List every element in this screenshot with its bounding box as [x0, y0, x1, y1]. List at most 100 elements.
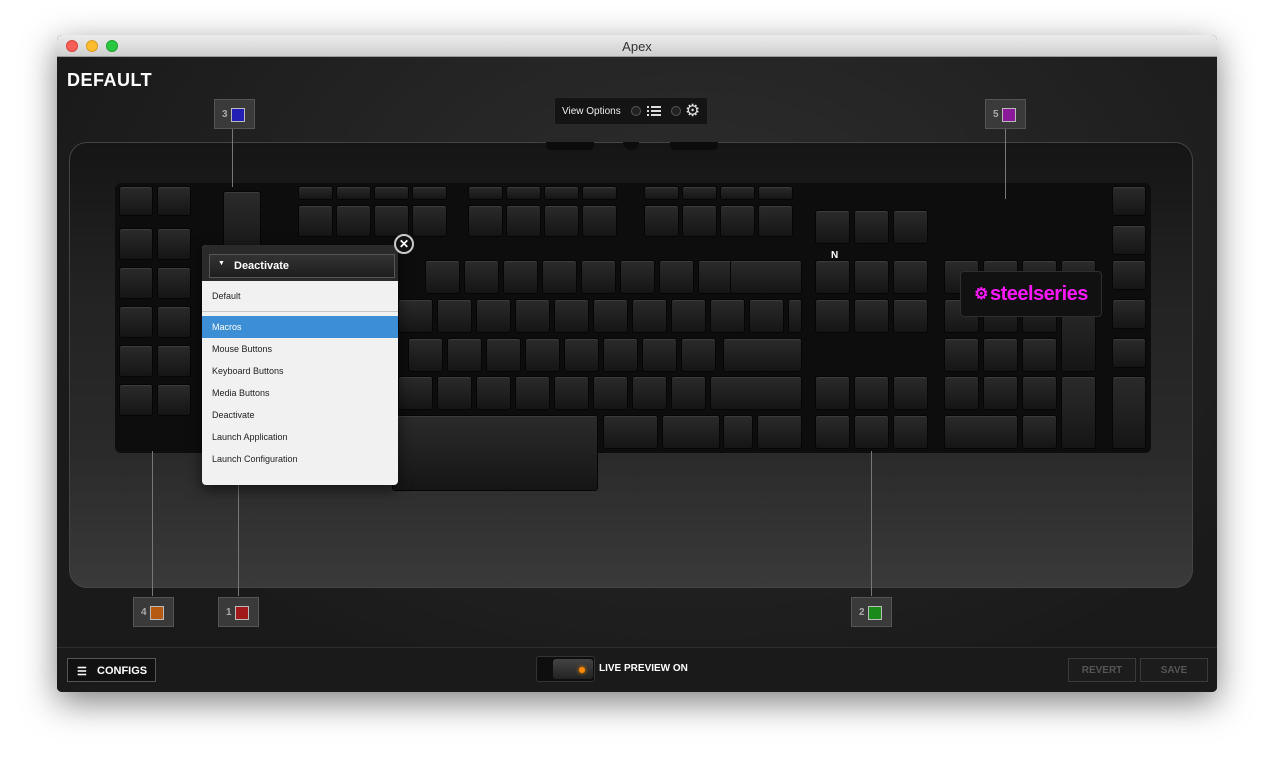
f-key[interactable]	[682, 205, 717, 237]
numpad-key[interactable]	[1022, 338, 1057, 372]
nav-key[interactable]	[854, 299, 889, 333]
macro-key[interactable]	[157, 384, 191, 416]
numpad-key[interactable]	[944, 376, 979, 410]
arrow-key[interactable]	[893, 376, 928, 410]
alpha-key[interactable]	[476, 299, 511, 333]
media-key[interactable]	[1112, 299, 1146, 329]
alpha-key[interactable]	[603, 415, 658, 449]
f-key[interactable]	[298, 205, 333, 237]
assignment-dropdown[interactable]: ▼ Deactivate	[209, 254, 395, 278]
macro-key[interactable]	[157, 345, 191, 377]
alpha-key[interactable]	[710, 299, 745, 333]
media-key[interactable]	[758, 186, 793, 200]
media-key[interactable]	[1112, 338, 1146, 368]
menu-item-macros[interactable]: Macros	[202, 316, 398, 338]
zone-color-swatch[interactable]	[150, 606, 164, 620]
zone-color-swatch[interactable]	[231, 108, 245, 122]
alpha-key[interactable]	[788, 299, 802, 333]
color-zone-1[interactable]: 1	[218, 597, 259, 627]
f-key[interactable]	[468, 205, 503, 237]
f-key[interactable]	[374, 205, 409, 237]
alpha-key[interactable]	[542, 260, 577, 294]
color-zone-5[interactable]: 5	[985, 99, 1026, 129]
macro-key[interactable]	[119, 267, 153, 299]
alpha-key[interactable]	[671, 299, 706, 333]
arrow-key[interactable]	[854, 415, 889, 449]
alpha-key[interactable]	[408, 338, 443, 372]
alpha-key[interactable]	[593, 376, 628, 410]
numpad-key[interactable]	[1061, 376, 1096, 449]
alpha-key[interactable]	[749, 299, 784, 333]
media-key[interactable]	[644, 186, 679, 200]
alpha-key[interactable]	[398, 299, 433, 333]
zone-color-swatch[interactable]	[868, 606, 882, 620]
menu-item-launch-configuration[interactable]: Launch Configuration	[202, 448, 398, 470]
f-key[interactable]	[758, 205, 793, 237]
media-key[interactable]	[544, 186, 579, 200]
alpha-key[interactable]	[620, 260, 655, 294]
media-key[interactable]	[682, 186, 717, 200]
nav-key[interactable]	[893, 210, 928, 244]
media-key[interactable]	[336, 186, 371, 200]
alpha-key[interactable]	[723, 415, 753, 449]
alpha-key[interactable]	[659, 260, 694, 294]
menu-item-mouse-buttons[interactable]: Mouse Buttons	[202, 338, 398, 360]
nav-key[interactable]	[815, 210, 850, 244]
menu-item-launch-application[interactable]: Launch Application	[202, 426, 398, 448]
alpha-key[interactable]	[632, 376, 667, 410]
numpad-key[interactable]	[944, 415, 1018, 449]
alpha-key[interactable]	[525, 338, 560, 372]
arrow-key[interactable]	[893, 415, 928, 449]
media-key[interactable]	[506, 186, 541, 200]
alpha-key[interactable]	[723, 338, 802, 372]
spacebar-key[interactable]	[392, 415, 598, 491]
color-zone-4[interactable]: 4	[133, 597, 174, 627]
nav-key[interactable]	[893, 260, 928, 294]
nav-key[interactable]	[854, 210, 889, 244]
alpha-key[interactable]	[671, 376, 706, 410]
alpha-key[interactable]	[503, 260, 538, 294]
media-key[interactable]	[720, 186, 755, 200]
numpad-key[interactable]	[983, 338, 1018, 372]
zone-color-swatch[interactable]	[1002, 108, 1016, 122]
alpha-key[interactable]	[398, 376, 433, 410]
macro-key[interactable]	[157, 306, 191, 338]
media-key[interactable]	[412, 186, 447, 200]
numpad-key[interactable]	[944, 338, 979, 372]
nav-key[interactable]	[854, 260, 889, 294]
menu-item-deactivate[interactable]: Deactivate	[202, 404, 398, 426]
f-key[interactable]	[336, 205, 371, 237]
macro-key[interactable]	[119, 306, 153, 338]
alpha-key[interactable]	[730, 260, 802, 294]
alpha-key[interactable]	[554, 376, 589, 410]
media-key[interactable]	[1112, 376, 1146, 449]
configs-button[interactable]: ☰ CONFIGS	[67, 658, 156, 682]
macro-key[interactable]	[119, 345, 153, 377]
alpha-key[interactable]	[515, 299, 550, 333]
f-key[interactable]	[412, 205, 447, 237]
numpad-key[interactable]	[1022, 415, 1057, 449]
arrow-key[interactable]	[815, 415, 850, 449]
media-key[interactable]	[1112, 260, 1146, 290]
alpha-key[interactable]	[437, 376, 472, 410]
l-key[interactable]	[119, 186, 153, 216]
color-zone-3[interactable]: 3	[214, 99, 255, 129]
alpha-key[interactable]	[447, 338, 482, 372]
color-zone-2[interactable]: 2	[851, 597, 892, 627]
arrow-key[interactable]	[854, 376, 889, 410]
alpha-key[interactable]	[593, 299, 628, 333]
nav-key[interactable]	[815, 260, 850, 294]
list-view-radio[interactable]	[631, 106, 641, 116]
f-key[interactable]	[720, 205, 755, 237]
alpha-key[interactable]	[603, 338, 638, 372]
alpha-key[interactable]	[642, 338, 677, 372]
macro-key[interactable]	[157, 228, 191, 260]
alpha-key[interactable]	[464, 260, 499, 294]
alpha-key[interactable]	[425, 260, 460, 294]
alpha-key[interactable]	[437, 299, 472, 333]
alpha-key[interactable]	[662, 415, 720, 449]
f-key[interactable]	[506, 205, 541, 237]
alpha-key[interactable]	[486, 338, 521, 372]
numpad-key[interactable]	[1022, 376, 1057, 410]
alpha-key[interactable]	[476, 376, 511, 410]
